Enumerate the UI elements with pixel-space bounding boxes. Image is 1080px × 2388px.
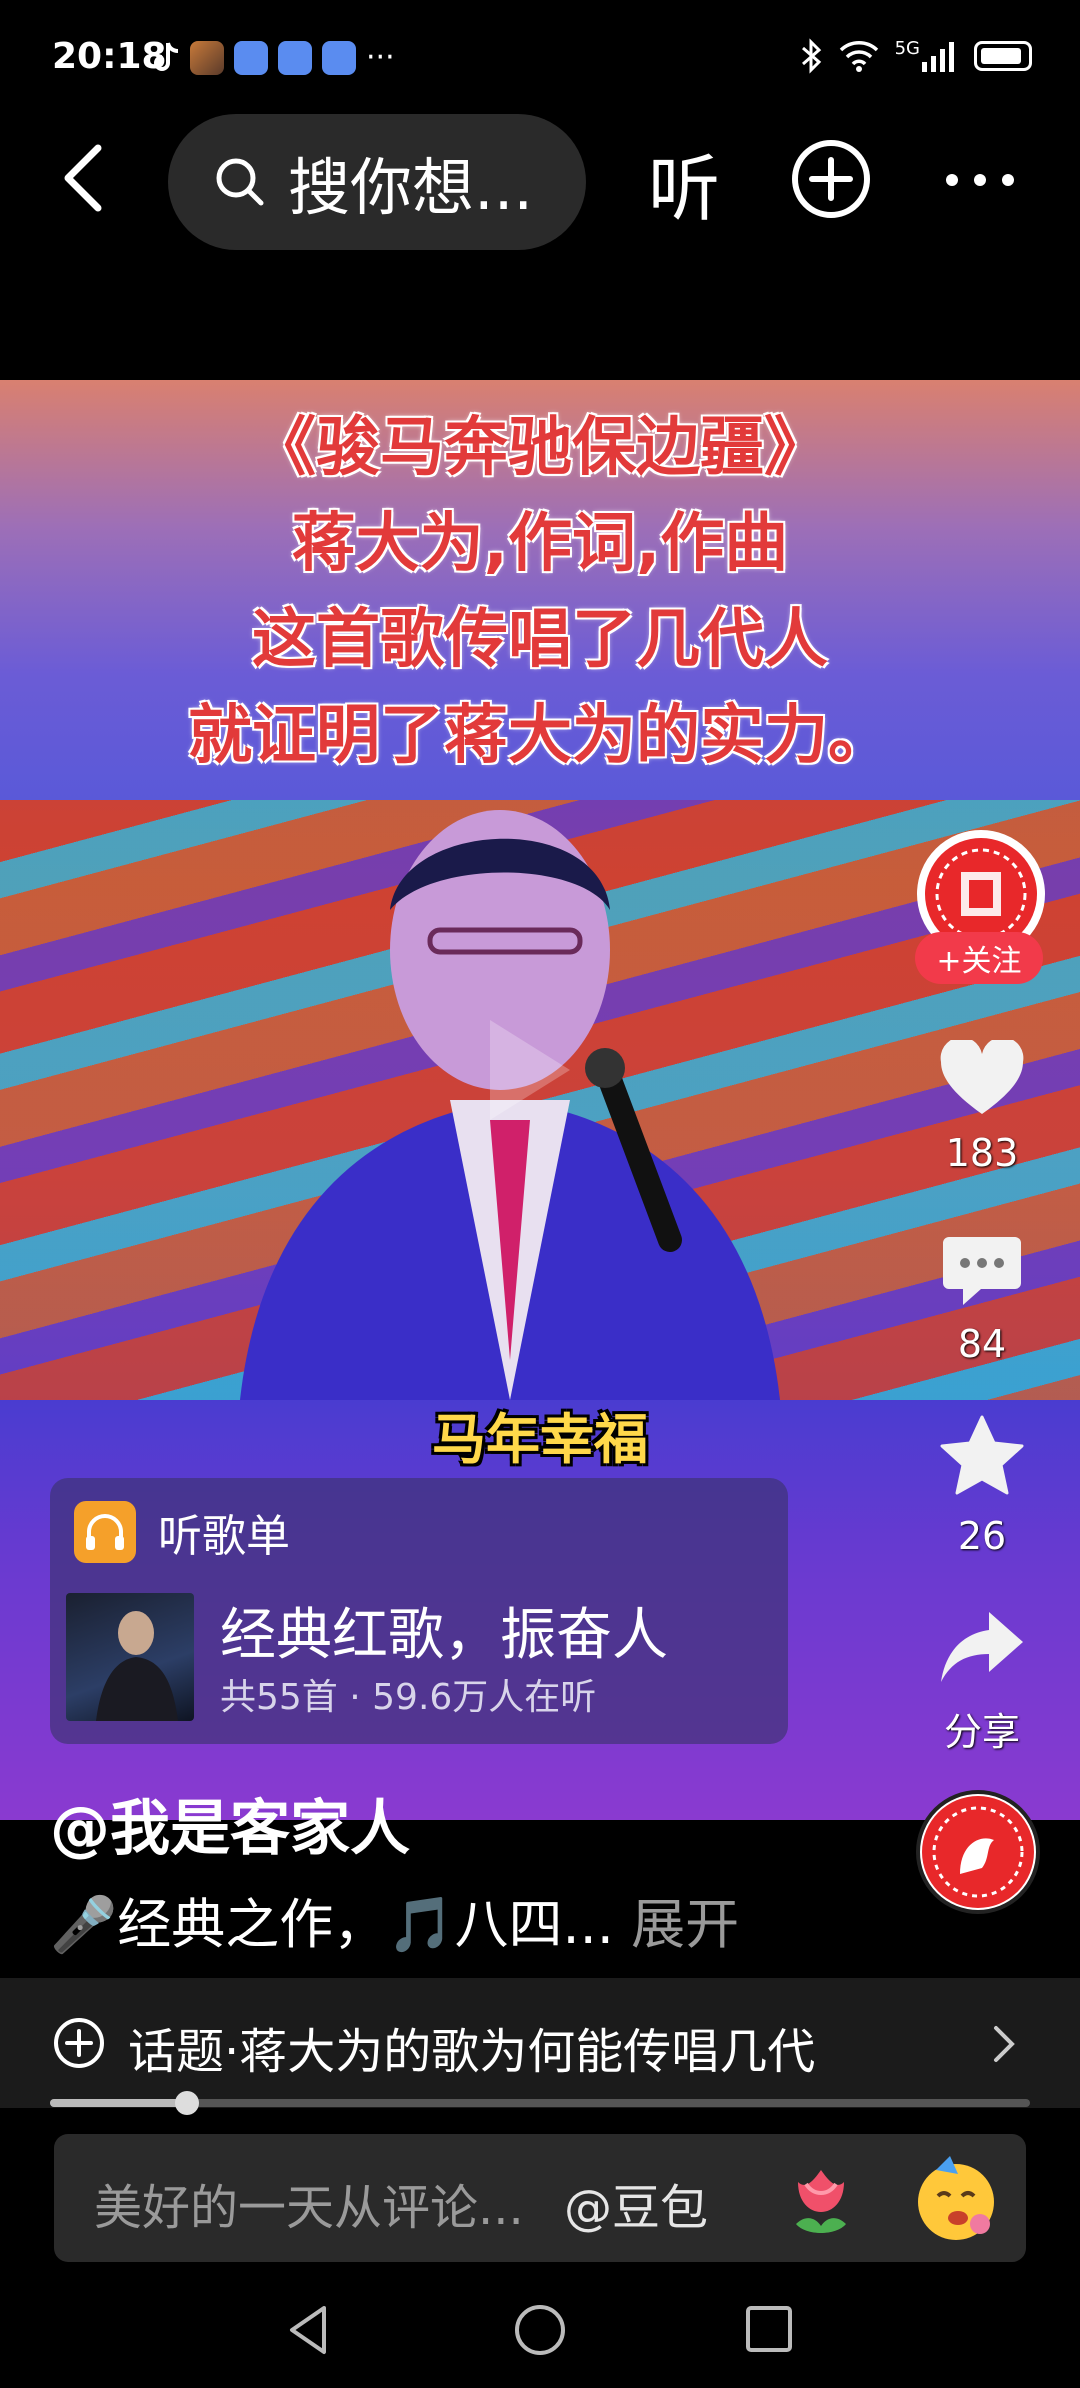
- play-indicator-icon: [490, 1020, 570, 1120]
- overlay-line: 蒋大为,作词,作曲: [291, 507, 789, 581]
- playlist-card[interactable]: 听歌单 经典红歌，振奋人 共55首 · 59.6万人在听: [50, 1478, 788, 1744]
- share-label: 分享: [943, 1710, 1020, 1754]
- music-disc[interactable]: [916, 1790, 1040, 1914]
- system-back-icon[interactable]: [280, 2300, 340, 2360]
- topic-bar[interactable]: 话题·蒋大为的歌为何能传唱几代: [0, 1978, 1080, 2108]
- overlay-line: 就证明了蒋大为的实力。: [188, 699, 892, 773]
- add-topic-icon: [54, 2018, 104, 2068]
- rooster-papercut-icon: [922, 1796, 1034, 1908]
- playlist-label: 听歌单: [158, 1511, 290, 1562]
- app-bubble-icon: [234, 40, 268, 75]
- top-nav: 搜你想... 听: [0, 110, 1080, 250]
- status-indicators: 5G: [799, 38, 1032, 74]
- tiktok-icon: [154, 41, 179, 71]
- battery-icon: [974, 41, 1032, 71]
- mention-button[interactable]: @豆包: [564, 2168, 708, 2238]
- network-type: 5G: [894, 38, 920, 59]
- more-notifications: ···: [366, 40, 395, 75]
- listen-button[interactable]: 听: [648, 130, 720, 235]
- favorite-count: 26: [957, 1514, 1007, 1558]
- system-recents-icon[interactable]: [744, 2304, 794, 2354]
- wifi-icon: [839, 41, 878, 72]
- heart-icon: [940, 1037, 1024, 1114]
- app-bubble-icon: [322, 40, 356, 75]
- headphones-icon: [74, 1501, 136, 1563]
- comment-bar[interactable]: 美好的一天从评论... @豆包: [54, 2134, 1026, 2262]
- flower-icon[interactable]: [776, 2152, 866, 2242]
- video-overlay-text: 《骏马奔驰保边疆》 蒋大为,作词,作曲 这首歌传唱了几代人 就证明了蒋大为的实力…: [0, 400, 1080, 784]
- author-username[interactable]: @我是客家人: [50, 1780, 410, 1867]
- share-button[interactable]: 分享: [912, 1610, 1052, 1756]
- system-navigation-bar: [0, 2290, 1080, 2388]
- comment-input[interactable]: 美好的一天从评论...: [94, 2168, 524, 2238]
- overlay-line: 这首歌传唱了几代人: [252, 603, 828, 677]
- favorite-button[interactable]: 26: [912, 1415, 1052, 1558]
- share-icon: [941, 1612, 1023, 1682]
- follow-button[interactable]: +关注: [915, 932, 1043, 984]
- add-circle-icon[interactable]: [790, 138, 872, 220]
- app-bubble-icon: [278, 40, 312, 75]
- video-progress-bar[interactable]: [50, 2091, 1030, 2115]
- playlist-header: 听歌单: [74, 1500, 290, 1564]
- like-count: 183: [945, 1131, 1019, 1175]
- overlay-line: 《骏马奔驰保边疆》: [252, 411, 828, 485]
- playlist-meta: 共55首 · 59.6万人在听: [220, 1677, 597, 1718]
- expand-link[interactable]: 展开: [631, 1893, 739, 1956]
- search-icon: [216, 158, 264, 206]
- bluetooth-icon: [801, 38, 821, 74]
- post-caption[interactable]: 🎤经典之作，🎵八四... 展开: [50, 1880, 739, 1959]
- playlist-title: 经典红歌，振奋人: [220, 1603, 668, 1668]
- signal-icon: [922, 42, 954, 72]
- search-placeholder: 搜你想...: [288, 151, 534, 224]
- comment-icon: [943, 1237, 1021, 1305]
- more-icon[interactable]: [940, 150, 1020, 210]
- comment-button[interactable]: 84: [912, 1235, 1052, 1366]
- comment-count: 84: [957, 1322, 1007, 1366]
- chevron-right-icon: [994, 2026, 1015, 2062]
- emoji-icon[interactable]: [908, 2150, 1004, 2246]
- playlist-cover: [66, 1593, 194, 1721]
- caption-text: 🎤经典之作，🎵八四...: [50, 1893, 614, 1956]
- like-button[interactable]: 183: [912, 1037, 1052, 1175]
- back-icon[interactable]: [50, 138, 130, 218]
- system-home-icon[interactable]: [512, 2302, 568, 2358]
- progress-fill: [50, 2099, 188, 2107]
- progress-handle[interactable]: [175, 2091, 200, 2115]
- topic-text: 话题·蒋大为的歌为何能传唱几代: [128, 2024, 816, 2080]
- status-bar: 20:18 ··· 5G: [0, 0, 1080, 110]
- notification-icons: ···: [150, 40, 395, 75]
- star-icon: [940, 1415, 1024, 1495]
- app-thumbnail-icon: [190, 40, 224, 75]
- search-input[interactable]: 搜你想...: [168, 114, 586, 250]
